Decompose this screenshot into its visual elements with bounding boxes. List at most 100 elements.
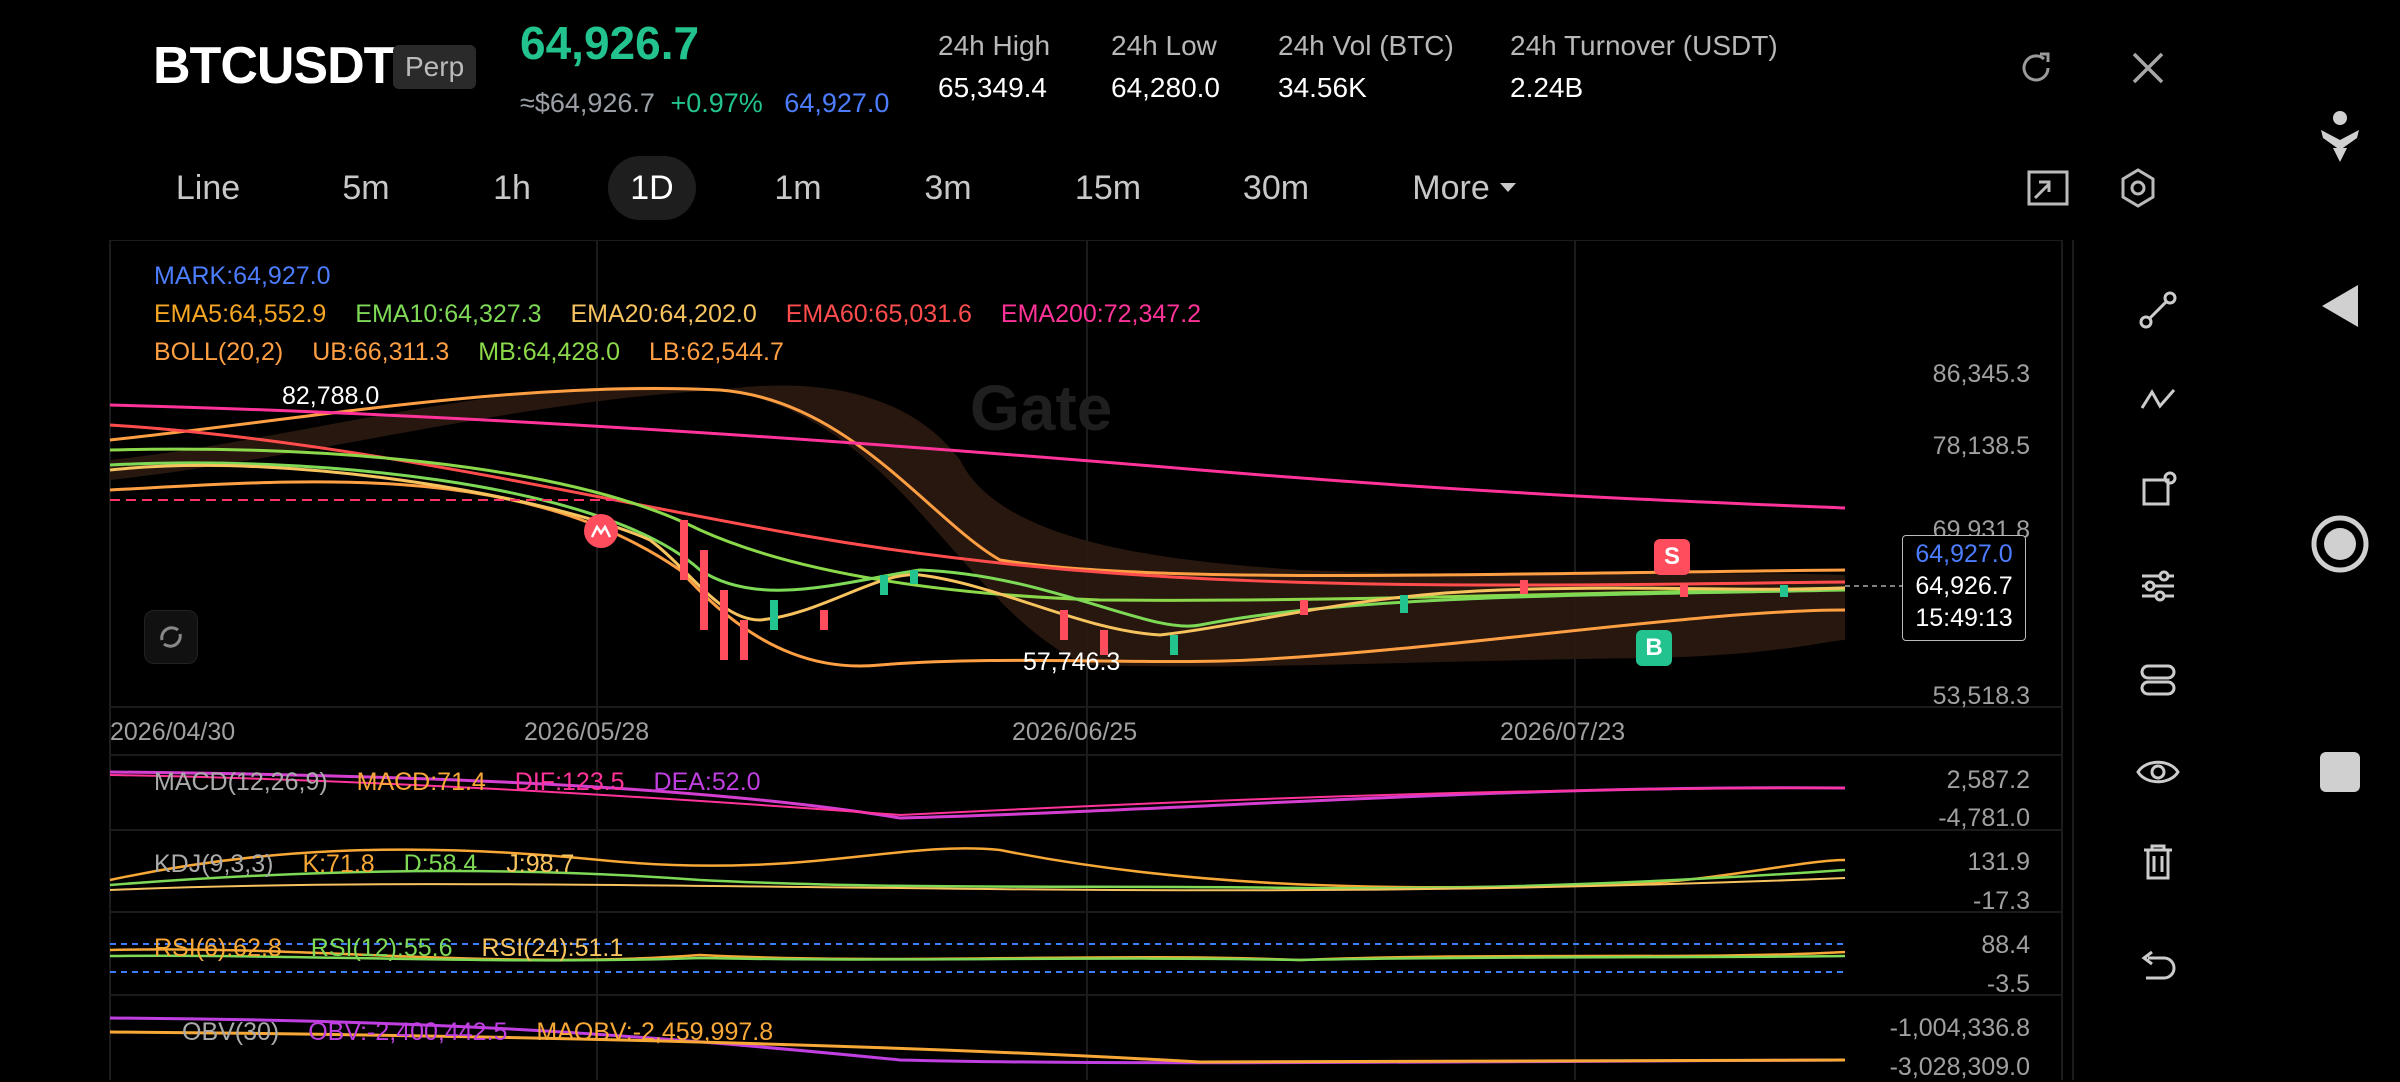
stat-label: 24h Turnover (USDT) bbox=[1510, 30, 1778, 61]
rsi-legend[interactable]: RSI(6):62.8 RSI(12):55.6 RSI(24):51.1 bbox=[154, 934, 623, 963]
dea-value: DEA:52.0 bbox=[653, 768, 761, 796]
symbol-title: BTCUSDT bbox=[153, 36, 395, 96]
sell-marker[interactable]: S bbox=[1654, 539, 1690, 575]
rotate-icon[interactable] bbox=[144, 610, 198, 664]
shape-tool-icon[interactable] bbox=[2128, 460, 2188, 520]
dif-value: DIF:123.5 bbox=[514, 768, 625, 796]
obv-legend[interactable]: OBV(30) OBV:-2,400,442.5 MAOBV:-2,459,99… bbox=[182, 1018, 773, 1047]
boll-label: BOLL(20,2) bbox=[154, 338, 284, 366]
tab-1h[interactable]: 1h bbox=[464, 156, 560, 220]
mark-price: 64,927.0 bbox=[784, 88, 890, 118]
boll-lb-label: LB:62,544.7 bbox=[649, 338, 784, 366]
undo-icon[interactable] bbox=[2128, 938, 2188, 998]
recents-icon[interactable] bbox=[2308, 740, 2372, 804]
trend-line-icon[interactable] bbox=[2128, 280, 2188, 340]
tab-line[interactable]: Line bbox=[160, 156, 256, 220]
rsi24-label: RSI(24):51.1 bbox=[481, 934, 624, 962]
x-axis-label: 2026/06/25 bbox=[1012, 718, 1138, 746]
stat-low: 24h Low 64,280.0 bbox=[1111, 30, 1220, 104]
ema10-label: EMA10:64,327.3 bbox=[355, 300, 542, 328]
stat-turnover: 24h Turnover (USDT) 2.24B bbox=[1510, 30, 1778, 104]
back-icon[interactable] bbox=[2308, 274, 2372, 338]
kdj-legend[interactable]: KDJ(9,3,3) K:71.8 D:58.4 J:98.7 bbox=[154, 850, 574, 879]
stat-label: 24h Low bbox=[1111, 30, 1217, 61]
kdj-k: K:71.8 bbox=[302, 850, 375, 878]
y-axis-label: 53,518.3 bbox=[1932, 682, 2030, 710]
stat-label: 24h Vol (BTC) bbox=[1278, 30, 1454, 61]
tab-more-label: More bbox=[1412, 168, 1490, 207]
x-axis-label: 2026/07/23 bbox=[1500, 718, 1626, 746]
obv-value: OBV:-2,400,442.5 bbox=[308, 1018, 508, 1046]
fullscreen-toggle-icon[interactable] bbox=[2020, 160, 2076, 216]
boll-legend[interactable]: BOLL(20,2) UB:66,311.3 MB:64,428.0 LB:62… bbox=[154, 338, 784, 367]
macd-value: MACD:71.4 bbox=[356, 768, 486, 796]
home-icon[interactable] bbox=[2304, 508, 2376, 580]
symbol-name: BTCUSDT bbox=[153, 37, 395, 95]
chart-settings-icon[interactable] bbox=[2110, 160, 2166, 216]
tab-1m[interactable]: 1m bbox=[750, 156, 846, 220]
ema20-label: EMA20:64,202.0 bbox=[570, 300, 757, 328]
visibility-icon[interactable] bbox=[2128, 742, 2188, 802]
current-price-box: 64,927.0 64,926.7 15:49:13 bbox=[1902, 535, 2026, 641]
price-subline: ≈$64,926.7 +0.97% 64,927.0 bbox=[520, 88, 889, 119]
obv-axis-top: -1,004,336.8 bbox=[1889, 1014, 2030, 1042]
candle-countdown: 15:49:13 bbox=[1915, 604, 2013, 632]
obv-axis-bottom: -3,028,309.0 bbox=[1889, 1053, 2030, 1081]
stat-value: 2.24B bbox=[1510, 72, 1584, 103]
macd-axis-bottom: -4,781.0 bbox=[1938, 804, 2030, 832]
maobv-value: MAOBV:-2,459,997.8 bbox=[536, 1018, 774, 1046]
drawing-toolbar bbox=[2072, 240, 2214, 1080]
buy-marker[interactable]: B bbox=[1636, 630, 1672, 666]
change-percent: +0.97% bbox=[670, 88, 763, 118]
macd-legend[interactable]: MACD(12,26,9) MACD:71.4 DIF:123.5 DEA:52… bbox=[154, 768, 761, 797]
obv-title: OBV(30) bbox=[182, 1018, 280, 1046]
tab-30m[interactable]: 30m bbox=[1226, 156, 1326, 220]
y-axis-label: 78,138.5 bbox=[1932, 432, 2030, 460]
kdj-title: KDJ(9,3,3) bbox=[154, 850, 274, 878]
system-navigation-bar bbox=[2216, 0, 2400, 1080]
watermark-logo: Gate bbox=[970, 372, 1112, 444]
indicator-settings-icon[interactable] bbox=[2128, 556, 2188, 616]
tab-15m[interactable]: 15m bbox=[1058, 156, 1158, 220]
high-price-label: 82,788.0 bbox=[282, 382, 380, 410]
current-last: 64,926.7 bbox=[1915, 572, 2013, 600]
alert-marker-icon[interactable] bbox=[584, 514, 618, 548]
low-price-label: 57,746.3 bbox=[1023, 648, 1121, 676]
layout-settings-icon[interactable] bbox=[2128, 650, 2188, 710]
stat-high: 24h High 65,349.4 bbox=[938, 30, 1050, 104]
macd-title: MACD(12,26,9) bbox=[154, 768, 328, 796]
ema200-label: EMA200:72,347.2 bbox=[1000, 300, 1202, 328]
tab-more[interactable]: More bbox=[1400, 156, 1530, 220]
x-axis-label: 2026/04/30 bbox=[110, 718, 236, 746]
close-icon[interactable] bbox=[2122, 42, 2174, 94]
x-axis-label: 2026/05/28 bbox=[524, 718, 650, 746]
ema-legend[interactable]: EMA5:64,552.9 EMA10:64,327.3 EMA20:64,20… bbox=[154, 300, 1201, 329]
refresh-icon[interactable] bbox=[2010, 42, 2062, 94]
stat-value: 65,349.4 bbox=[938, 72, 1047, 103]
macd-axis-top: 2,587.2 bbox=[1946, 766, 2030, 794]
tab-5m[interactable]: 5m bbox=[318, 156, 414, 220]
kdj-axis-top: 131.9 bbox=[1967, 848, 2030, 876]
boll-ub-label: UB:66,311.3 bbox=[312, 338, 450, 366]
kdj-d: D:58.4 bbox=[403, 850, 478, 878]
accessibility-icon[interactable] bbox=[2308, 105, 2372, 169]
fib-tool-icon[interactable] bbox=[2128, 370, 2188, 430]
rsi6-label: RSI(6):62.8 bbox=[154, 934, 282, 962]
delete-icon[interactable] bbox=[2128, 832, 2188, 892]
rsi12-label: RSI(12):55.6 bbox=[310, 934, 453, 962]
tab-1d[interactable]: 1D bbox=[608, 156, 696, 220]
approx-price: ≈$64,926.7 bbox=[520, 88, 655, 118]
ema60-label: EMA60:65,031.6 bbox=[785, 300, 972, 328]
kdj-axis-bottom: -17.3 bbox=[1973, 887, 2030, 915]
boll-mb-label: MB:64,428.0 bbox=[478, 338, 621, 366]
stat-value: 64,280.0 bbox=[1111, 72, 1220, 103]
mark-indicator: MARK:64,927.0 bbox=[154, 262, 331, 290]
stat-volume: 24h Vol (BTC) 34.56K bbox=[1278, 30, 1454, 104]
rsi-axis-top: 88.4 bbox=[1981, 931, 2030, 959]
tab-3m[interactable]: 3m bbox=[900, 156, 996, 220]
chart-app: BTCUSDT Perp 64,926.7 ≈$64,926.7 +0.97% … bbox=[0, 0, 2216, 1081]
kdj-j: J:98.7 bbox=[506, 850, 575, 878]
stat-value: 34.56K bbox=[1278, 72, 1367, 103]
contract-badge: Perp bbox=[393, 45, 477, 89]
rsi-axis-bottom: -3.5 bbox=[1986, 970, 2030, 998]
